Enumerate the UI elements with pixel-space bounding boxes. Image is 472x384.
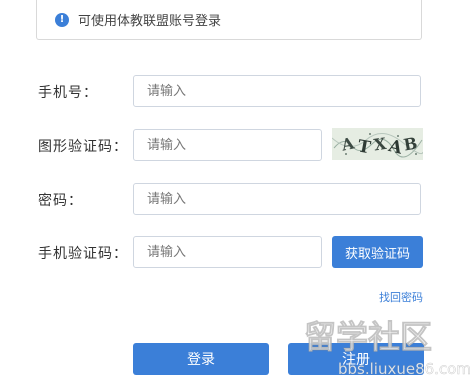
forgot-password-link[interactable]: 找回密码 [379,289,423,305]
info-icon: ! [55,12,69,27]
phone-label: 手机号： [38,85,98,101]
password-label: 密码： [38,193,83,209]
captcha-image[interactable]: A T X A B [332,128,423,160]
notice-text: 可使用体教联盟账号登录 [78,14,222,29]
login-notice: ! 可使用体教联盟账号登录 [36,0,422,40]
get-sms-code-button[interactable]: 获取验证码 [332,236,423,268]
login-button[interactable]: 登录 [133,343,269,375]
phone-input[interactable] [133,75,421,107]
captcha-input[interactable] [133,129,322,161]
captcha-label: 图形验证码： [38,139,128,155]
register-button[interactable]: 注册 [288,343,424,375]
sms-code-label: 手机验证码： [38,246,128,262]
sms-code-input[interactable] [133,236,322,268]
captcha-noise-graphic: A T X A B [332,128,423,160]
password-input[interactable] [133,183,421,215]
